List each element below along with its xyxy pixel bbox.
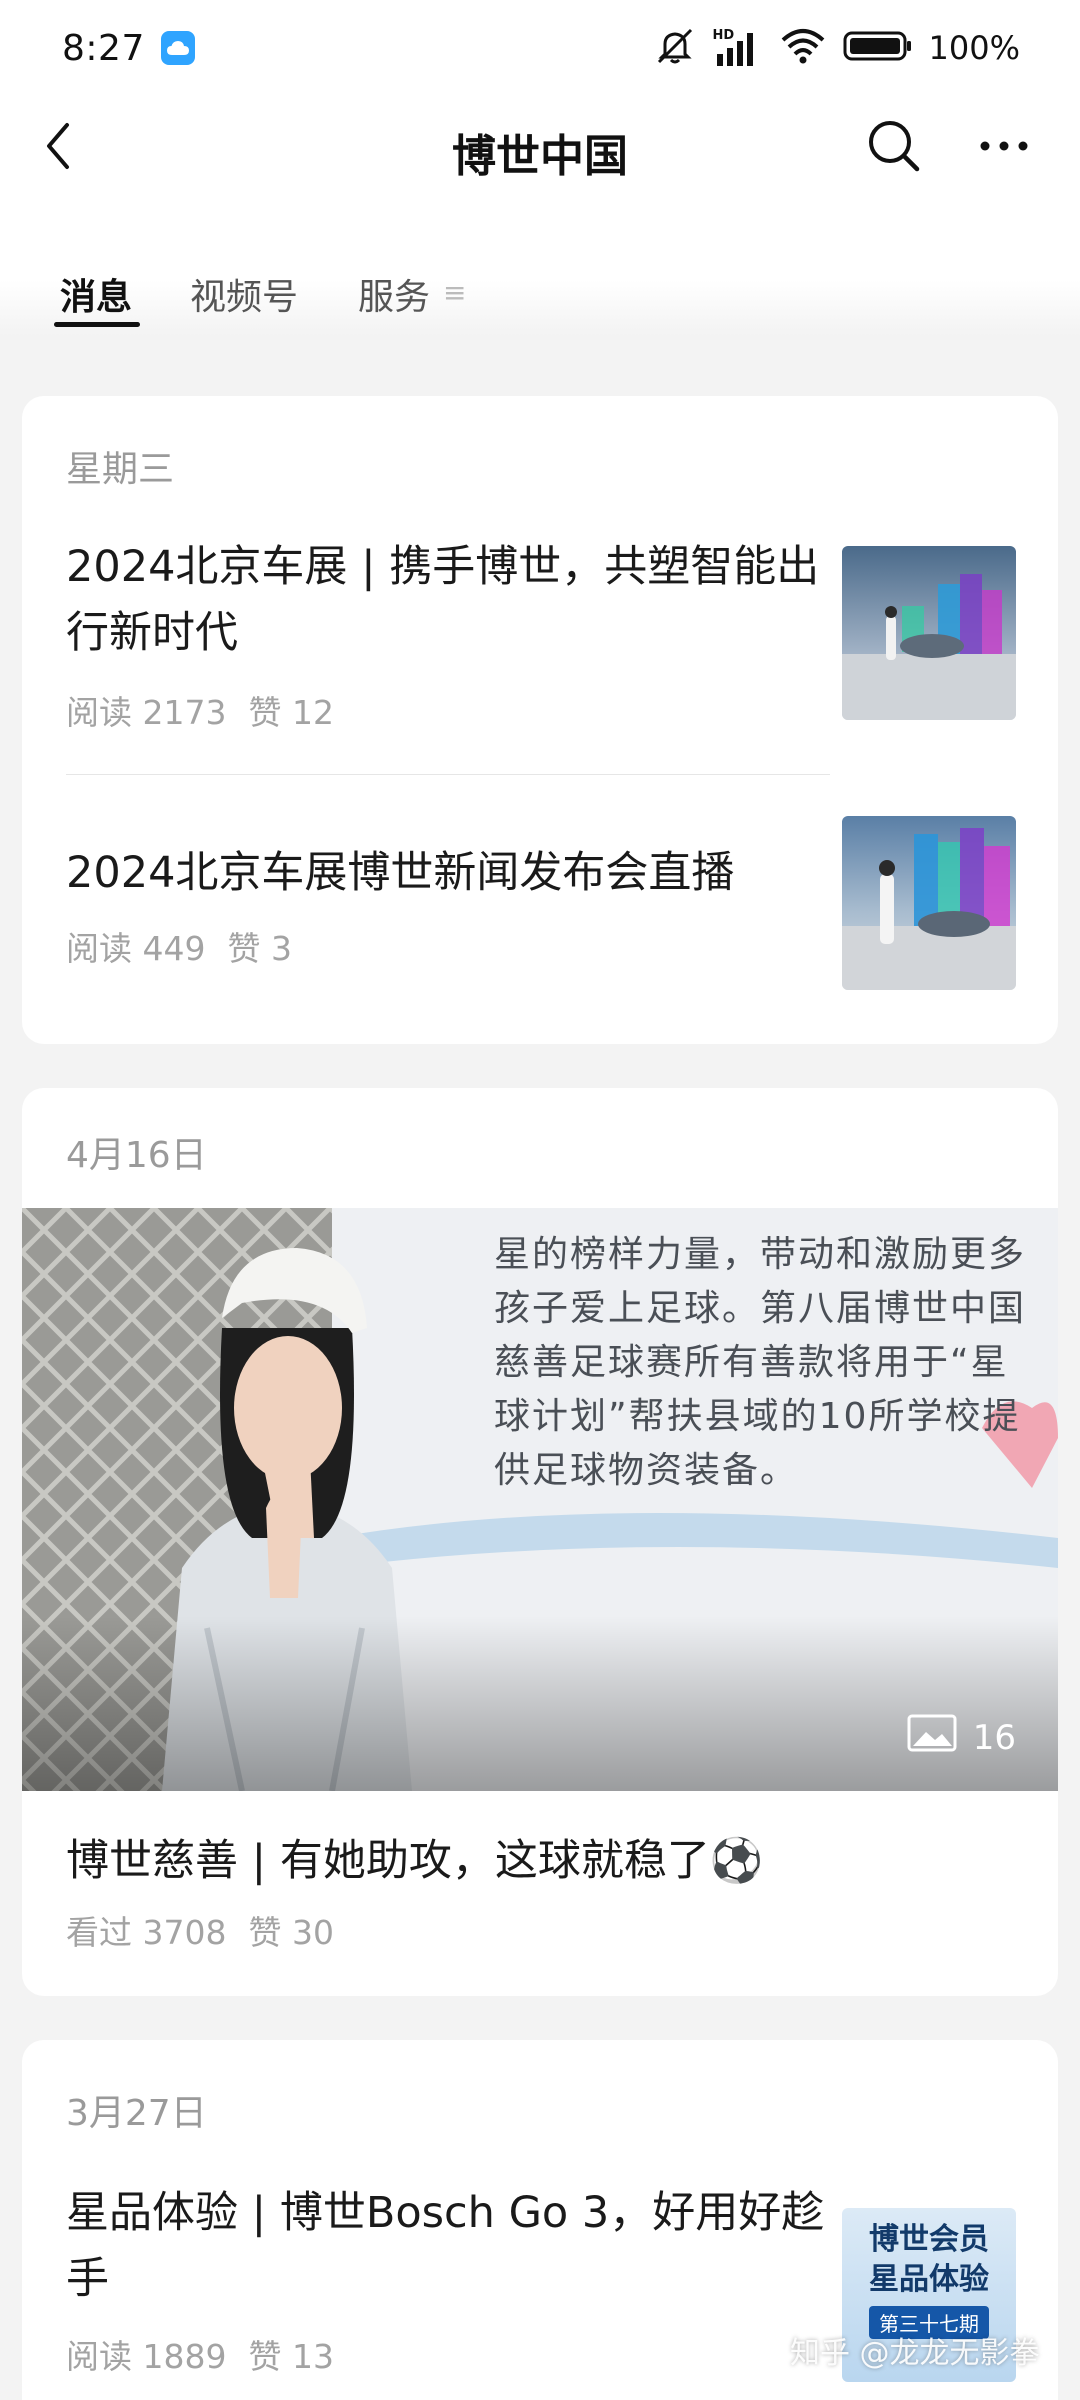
article-meta: 阅读 449 赞 3	[66, 922, 292, 970]
gallery-icon	[907, 1714, 957, 1761]
thumb-title: 博世会员	[869, 2222, 989, 2257]
article-meta: 阅读 1889 赞 13	[66, 2330, 334, 2378]
more-options-icon[interactable]	[976, 118, 1032, 174]
wifi-icon	[779, 26, 827, 70]
article-title[interactable]: 博世慈善 | 有她助攻，这球就稳了⚽	[66, 1828, 1026, 1894]
article-divider	[66, 774, 830, 775]
nav-bar: 博世中国	[0, 96, 1080, 196]
message-card-1: 星期三 2024北京车展 | 携手博世，共塑智能出行新时代 阅读 2173 赞 1…	[22, 396, 1058, 1044]
view-count: 看过 3708	[66, 1913, 227, 1952]
tab-services[interactable]: 服务	[358, 268, 430, 320]
cover-image[interactable]: 星的榜样力量，带动和激励更多 孩子爱上足球。第八届博世中国 慈善足球赛所有善款将…	[22, 1208, 1058, 1791]
tab-channels[interactable]: 视频号	[190, 268, 298, 320]
status-time: 8:27	[62, 27, 145, 69]
battery-icon	[843, 29, 913, 67]
message-card-2: 4月16日 星的榜样力量，带动和激励更多 孩子爱上足球。第八届博世中国 慈善足球…	[22, 1088, 1058, 1996]
article-thumbnail[interactable]	[842, 546, 1016, 720]
card-date: 4月16日	[66, 1135, 207, 1176]
image-count: 16	[972, 1717, 1016, 1758]
image-caption-line: 孩子爱上足球。第八届博世中国	[494, 1288, 1027, 1329]
card-date: 星期三	[66, 449, 175, 490]
image-caption-line: 供足球物资装备。	[494, 1450, 799, 1491]
card-date: 3月27日	[66, 2093, 207, 2134]
article-title[interactable]: 星品体验 | 博世Bosch Go 3，好用好趁手	[66, 2180, 826, 2312]
mute-icon	[653, 26, 697, 70]
article-title[interactable]: 2024北京车展 | 携手博世，共塑智能出行新时代	[66, 534, 826, 666]
like-count: 赞 13	[248, 2337, 334, 2376]
like-count: 赞 12	[248, 693, 334, 732]
cellular-signal-icon: HD	[713, 28, 763, 68]
thumb-subtitle: 星品体验	[869, 2262, 989, 2297]
tab-messages[interactable]: 消息	[60, 268, 132, 320]
read-count: 阅读 1889	[66, 2337, 227, 2376]
article-meta: 看过 3708 赞 30	[66, 1906, 334, 1954]
like-count: 赞 30	[248, 1913, 334, 1952]
image-caption-line: 星的榜样力量，带动和激励更多	[494, 1234, 1027, 1275]
battery-percent: 100%	[928, 29, 1020, 67]
article-thumbnail[interactable]	[842, 816, 1016, 990]
screen: 8:27 HD 100% 博世中国 消息 视频号 服务 ≡ 星期三 2024北京…	[0, 0, 1080, 2400]
tab-bar: 消息 视频号 服务 ≡	[0, 196, 1080, 336]
image-caption-text: 星的榜样力量，带动和激励更多 孩子爱上足球。第八届博世中国 慈善足球赛所有善款将…	[494, 1228, 1026, 1498]
active-tab-indicator	[54, 322, 140, 327]
article-meta: 阅读 2173 赞 12	[66, 686, 334, 734]
read-count: 阅读 449	[66, 929, 206, 968]
services-menu-icon: ≡	[443, 276, 467, 309]
image-count-badge: 16	[907, 1714, 1016, 1761]
weather-app-icon	[160, 31, 195, 65]
like-count: 赞 3	[227, 929, 292, 968]
read-count: 阅读 2173	[66, 693, 227, 732]
article-title[interactable]: 2024北京车展博世新闻发布会直播	[66, 840, 826, 906]
image-caption-line: 球计划”帮扶县域的10所学校提	[494, 1396, 1021, 1437]
status-icons: HD 100%	[653, 26, 1020, 70]
status-bar: 8:27 HD 100%	[0, 0, 1080, 96]
search-icon[interactable]	[866, 118, 922, 174]
watermark-text: 知乎 @龙龙无影拳	[790, 2336, 1040, 2371]
image-caption-line: 慈善足球赛所有善款将用于“星	[494, 1342, 1009, 1383]
